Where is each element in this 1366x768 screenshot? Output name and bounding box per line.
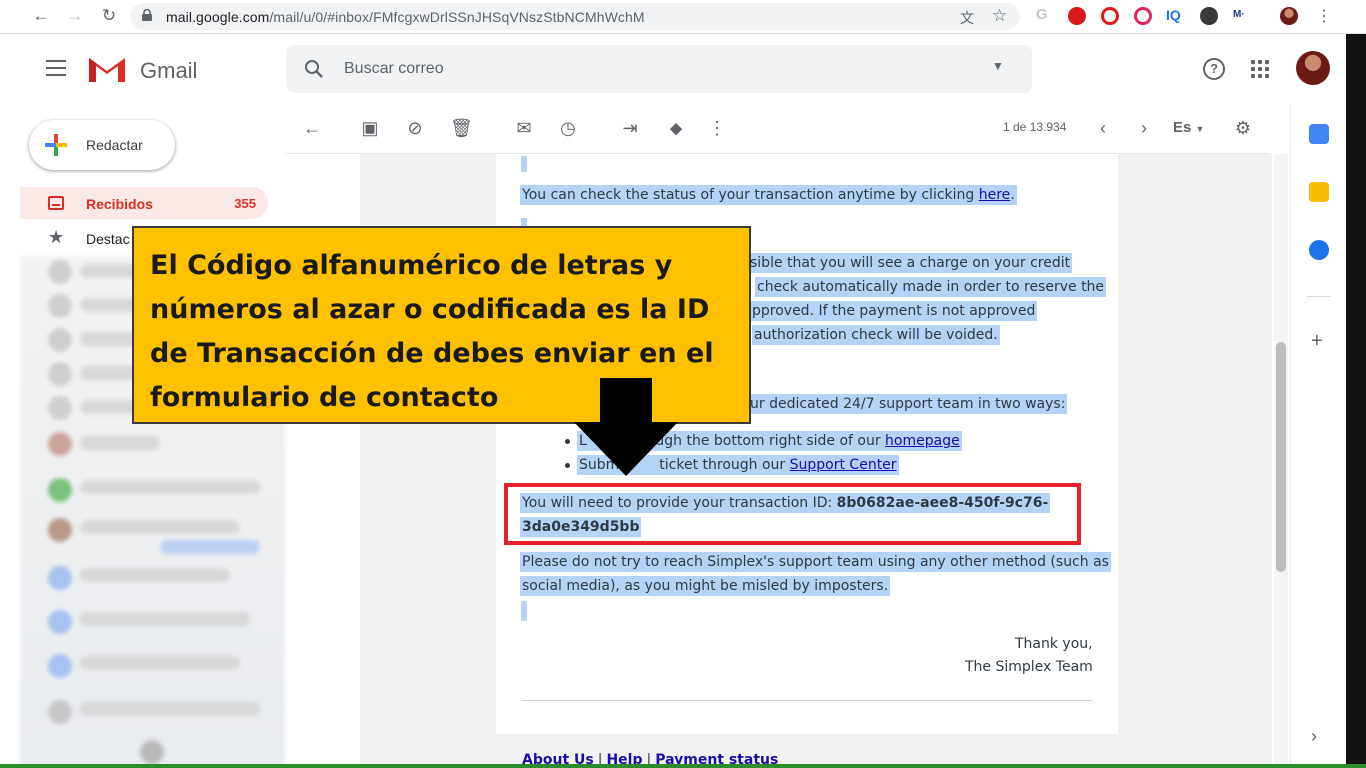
older-chevron-icon[interactable]: › xyxy=(1134,118,1154,138)
signoff-team: The Simplex Team xyxy=(965,659,1093,675)
footer-divider xyxy=(522,700,1092,701)
keep-icon[interactable] xyxy=(1309,182,1329,202)
expand-chevron-icon[interactable]: › xyxy=(1311,726,1317,747)
translate-icon[interactable]: 文 xyxy=(960,8,974,28)
snooze-icon[interactable]: ◷ xyxy=(558,118,578,138)
archive-icon[interactable]: ▣ xyxy=(360,118,380,138)
search-icon[interactable] xyxy=(304,59,324,79)
extension-icon[interactable] xyxy=(1134,7,1152,25)
charge-line: check automatically made in order to res… xyxy=(755,277,1107,297)
input-language-selector[interactable]: Es ▼ xyxy=(1173,119,1204,136)
charge-line: pproved. If the payment is not approved xyxy=(750,301,1038,321)
label-icon[interactable]: ⬥ xyxy=(666,118,686,138)
block-extension-icon[interactable] xyxy=(1101,7,1119,25)
account-avatar[interactable] xyxy=(1296,51,1330,85)
delete-icon[interactable]: 🗑 xyxy=(450,118,473,138)
signoff-thanks: Thank you, xyxy=(1015,636,1093,652)
message-toolbar: ← ▣ ⊘ 🗑 ✉ ◷ ⇥ ⬥ ⋮ 1 de 13.934 ‹ › Es ▼ ⚙ xyxy=(285,104,1270,154)
compose-button[interactable]: Redactar xyxy=(29,120,175,170)
selection-fragment xyxy=(521,156,527,172)
help-icon[interactable]: ? xyxy=(1203,58,1225,80)
move-to-icon[interactable]: ⇥ xyxy=(620,118,640,138)
extension-icon[interactable] xyxy=(1200,7,1218,25)
scrollbar-thumb[interactable] xyxy=(1276,342,1286,572)
gmail-header: Gmail Buscar correo ▼ ? xyxy=(0,34,1366,104)
profile-avatar[interactable] xyxy=(1280,7,1298,25)
settings-gear-icon[interactable]: ⚙ xyxy=(1233,118,1253,138)
back-icon[interactable]: ← xyxy=(30,6,52,26)
homepage-link[interactable]: homepage xyxy=(885,433,960,449)
star-icon: ★ xyxy=(48,227,65,247)
calendar-icon[interactable] xyxy=(1309,124,1329,144)
window-edge xyxy=(0,764,1366,768)
search-bar[interactable]: Buscar correo ▼ xyxy=(286,45,1032,93)
lock-icon xyxy=(142,9,152,21)
rail-divider xyxy=(1307,296,1331,297)
bullet-dot xyxy=(565,439,570,444)
url-text: mail.google.com/mail/u/0/#inbox/FMfcgxwD… xyxy=(166,9,645,25)
forward-icon[interactable]: → xyxy=(64,6,86,26)
extension-icon[interactable]: M· xyxy=(1233,9,1245,20)
apps-grid-icon[interactable] xyxy=(1251,60,1269,78)
sidebar-item-label: Destac xyxy=(86,231,130,247)
chrome-menu-icon[interactable]: ⋮ xyxy=(1316,6,1332,26)
pagination-text: 1 de 13.934 xyxy=(1003,120,1067,134)
inbox-icon xyxy=(48,196,64,210)
compose-plus-icon xyxy=(45,134,67,156)
window-edge xyxy=(1346,34,1366,768)
status-line: You can check the status of your transac… xyxy=(520,185,1017,205)
sidebar-item-label: Recibidos xyxy=(86,196,153,212)
down-arrow-icon xyxy=(574,378,678,476)
search-input[interactable]: Buscar correo xyxy=(344,60,444,78)
here-link[interactable]: here xyxy=(979,187,1011,203)
mark-unread-icon[interactable]: ✉ xyxy=(514,118,534,138)
warning-line: Please do not try to reach Simplex's sup… xyxy=(520,552,1111,572)
side-panel: + › xyxy=(1290,104,1346,768)
support-center-link[interactable]: Support Center xyxy=(790,457,897,473)
tasks-icon[interactable] xyxy=(1309,240,1329,260)
transaction-id-highlight-box xyxy=(504,483,1081,545)
more-options-icon[interactable]: ⋮ xyxy=(707,118,727,138)
report-spam-icon[interactable]: ⊘ xyxy=(405,118,425,138)
google-ext-icon[interactable]: G xyxy=(1036,6,1048,23)
back-to-inbox-icon[interactable]: ← xyxy=(302,118,322,138)
unread-count: 355 xyxy=(234,196,256,211)
main-menu-icon[interactable] xyxy=(46,60,66,76)
gmail-logo xyxy=(89,58,125,82)
bullet-dot xyxy=(565,463,570,468)
browser-toolbar: ← → ↻ mail.google.com/mail/u/0/#inbox/FM… xyxy=(0,0,1366,34)
add-addon-plus-icon[interactable]: + xyxy=(1311,330,1323,353)
extension-icon[interactable] xyxy=(1068,7,1086,25)
search-options-icon[interactable]: ▼ xyxy=(992,59,1004,73)
bookmark-star-icon[interactable]: ☆ xyxy=(992,6,1007,26)
sidebar-item-inbox[interactable]: Recibidos 355 xyxy=(20,187,268,219)
reload-icon[interactable]: ↻ xyxy=(98,6,120,26)
compose-label: Redactar xyxy=(86,137,143,153)
charge-line: sible that you will see a charge on your… xyxy=(748,253,1073,273)
warning-line: social media), as you might be misled by… xyxy=(520,576,891,596)
newer-chevron-icon[interactable]: ‹ xyxy=(1093,118,1113,138)
selection-fragment xyxy=(521,601,527,621)
support-line: ur dedicated 24/7 support team in two wa… xyxy=(748,394,1068,414)
iq-extension-icon[interactable]: IQ xyxy=(1166,7,1181,23)
charge-line: authorization check will be voided. xyxy=(752,325,1000,345)
gmail-wordmark: Gmail xyxy=(140,58,198,83)
address-bar[interactable]: mail.google.com/mail/u/0/#inbox/FMfcgxwD… xyxy=(130,3,1020,30)
